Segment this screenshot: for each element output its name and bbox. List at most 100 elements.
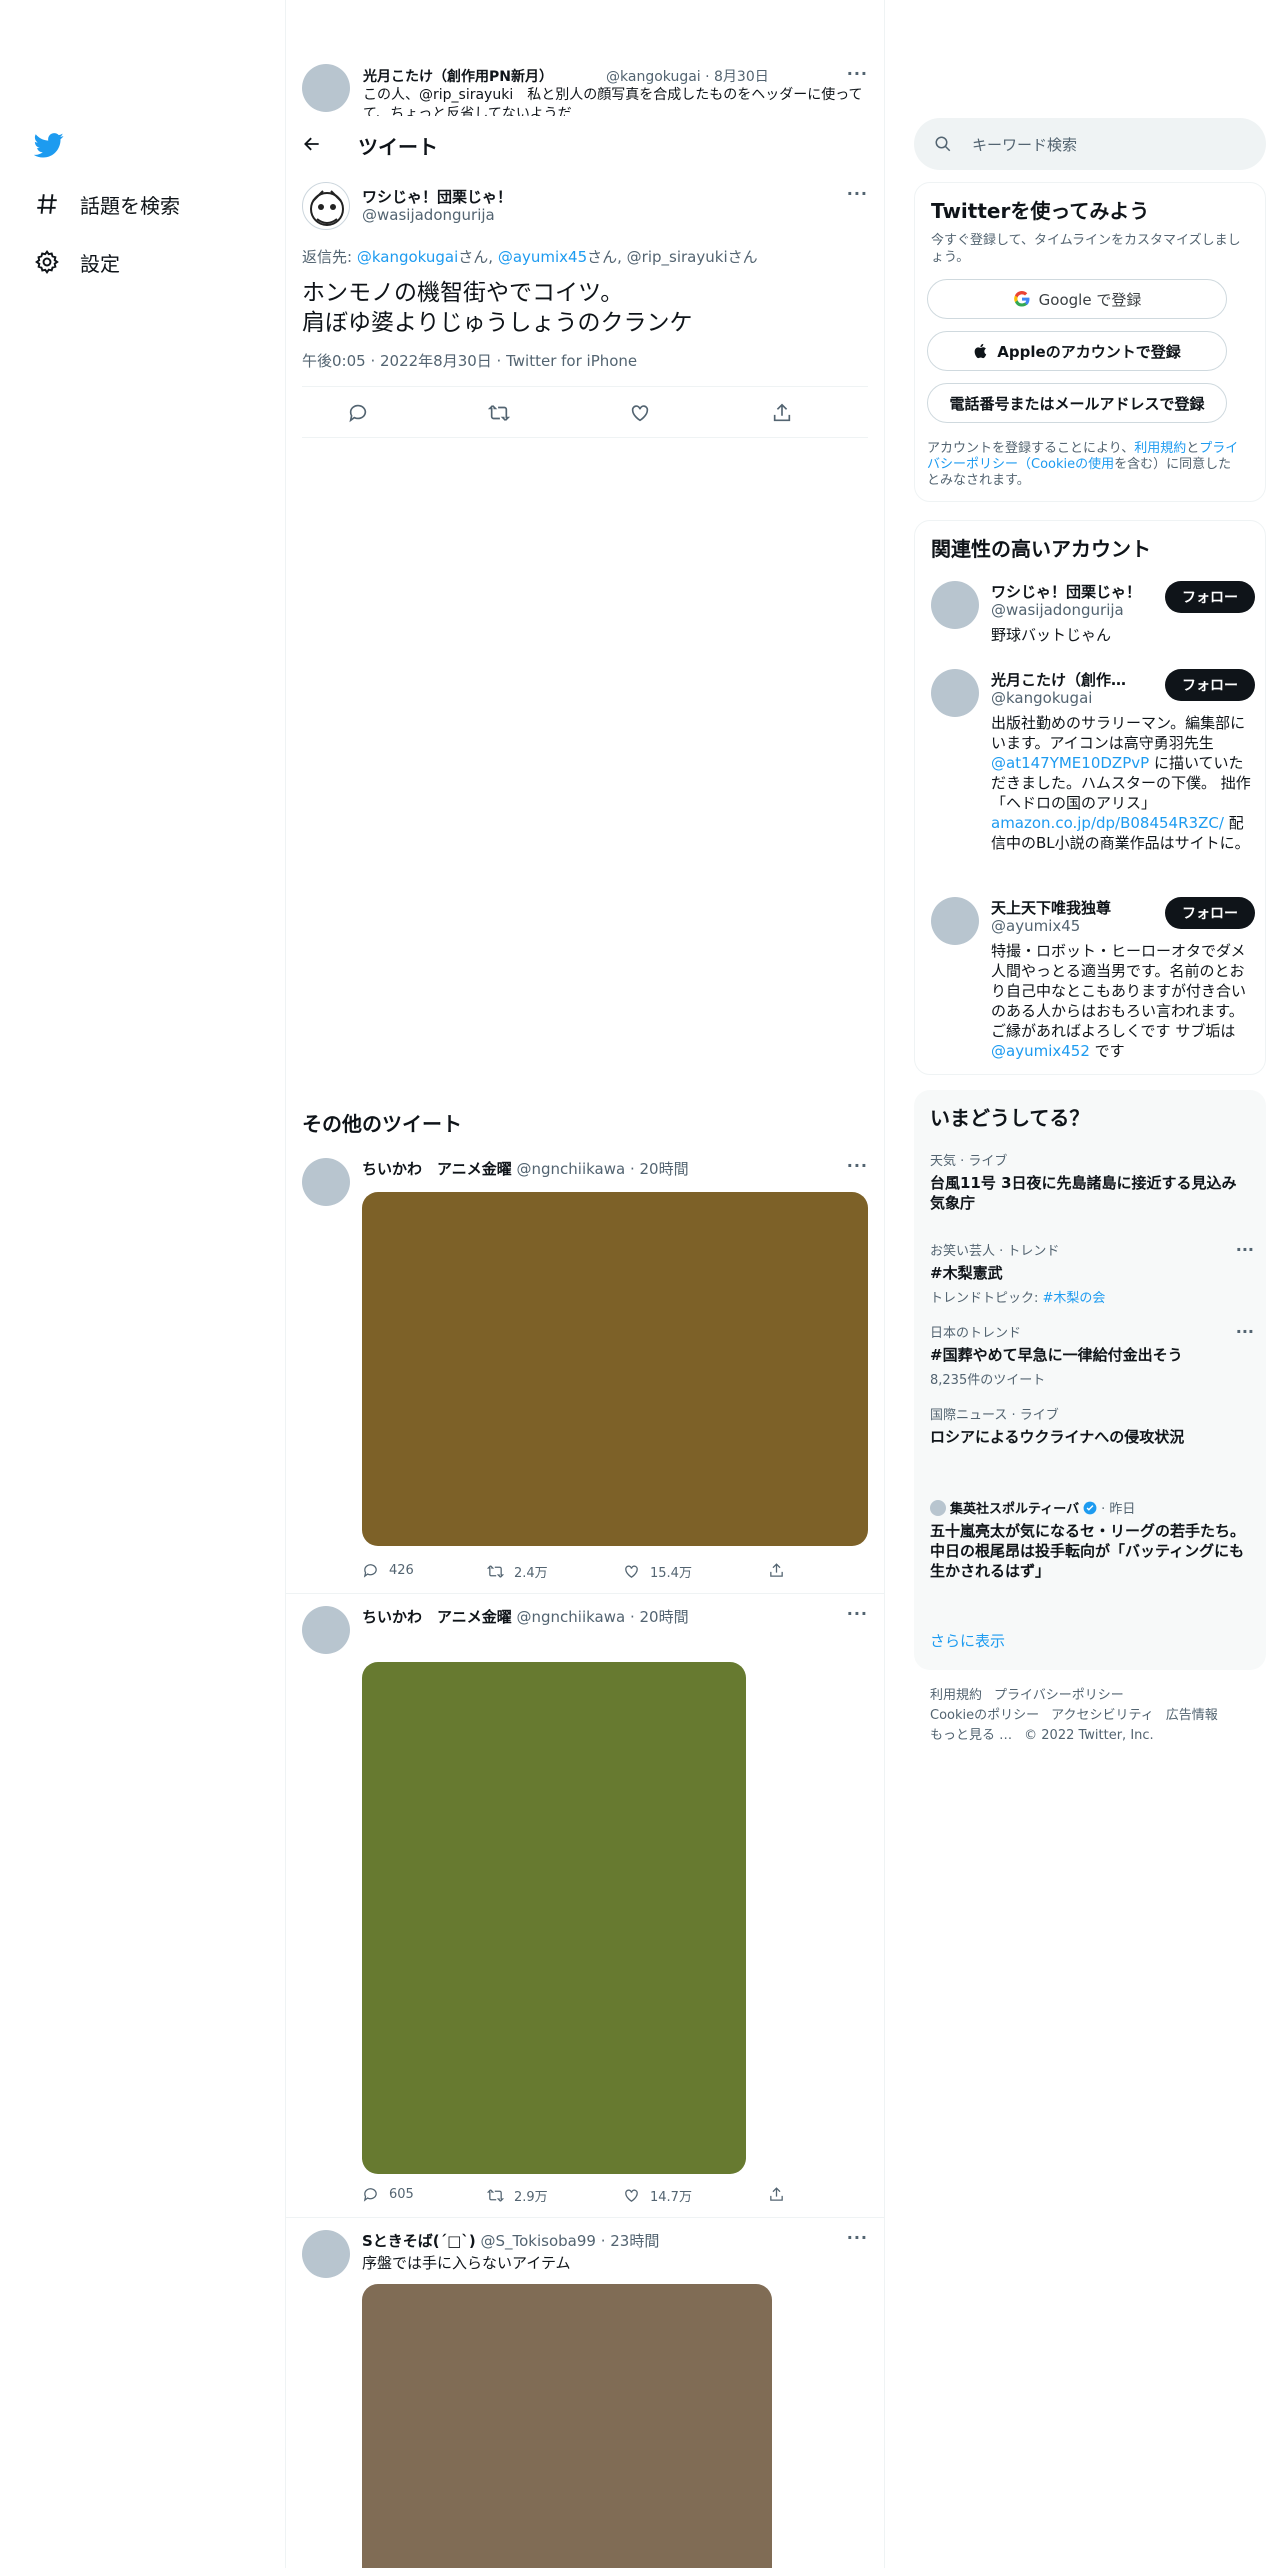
cookie-link[interactable]: （Cookieの使用	[1018, 457, 1114, 472]
trend-title: ロシアによるウクライナへの侵攻状況	[930, 1428, 1185, 1446]
tweet-author-handle[interactable]: @wasijadongurija	[362, 206, 495, 224]
more-options-icon[interactable]: ···	[847, 1156, 868, 1175]
avatar[interactable]	[302, 182, 350, 230]
phone-email-signup-button[interactable]: 電話番号またはメールアドレスで登録	[927, 383, 1227, 423]
tweet-handle-time[interactable]: @S_Tokisoba99 · 23時間	[480, 2232, 659, 2250]
show-more-link[interactable]: さらに表示	[930, 1630, 1005, 1651]
nav-settings[interactable]: 設定	[34, 247, 120, 277]
account-handle[interactable]: @ayumix45	[991, 917, 1080, 935]
verified-badge-icon	[1083, 1501, 1097, 1514]
feed-tweet[interactable]: ちいかわ アニメ金曜 @ngnchiikawa · 20時間 ··· 426 2…	[286, 1146, 884, 1594]
tweet-author-name[interactable]: ちいかわ アニメ金曜	[362, 1608, 512, 1626]
trend-item[interactable]: 集英社スポルティーバ · 昨日 五十嵐亮太が気になるセ・リーグの若手たち。中日の…	[930, 1498, 1250, 1581]
more-options-icon[interactable]: ···	[1236, 1322, 1254, 1341]
avatar[interactable]	[302, 64, 350, 112]
like-button[interactable]: 14.7万	[623, 2186, 692, 2205]
legal-and: と	[1186, 441, 1200, 456]
terms-link[interactable]: 利用規約	[1134, 441, 1186, 456]
reply-icon[interactable]	[347, 402, 369, 424]
more-tweets-heading: その他のツイート	[302, 1112, 462, 1136]
tweet-header: ちいかわ アニメ金曜 @ngnchiikawa · 20時間	[362, 1606, 689, 1627]
tweet-media-image[interactable]	[362, 1192, 868, 1546]
trend-topic-link[interactable]: #木梨の会	[1043, 1291, 1106, 1306]
twitter-logo-icon[interactable]	[34, 130, 64, 160]
tweet-media-image[interactable]	[362, 2284, 772, 2568]
more-options-icon[interactable]: ···	[847, 1604, 868, 1623]
tweet-author-name[interactable]: Sときそば(´□`)	[362, 2232, 476, 2250]
reply-button[interactable]: 426	[362, 1562, 414, 1579]
follow-button[interactable]: フォロー	[1165, 581, 1255, 613]
follow-button[interactable]: フォロー	[1165, 669, 1255, 701]
trend-item[interactable]: 日本のトレンド #国葬やめて早急に一律給付金出そう 8,235件のツイート ··…	[930, 1322, 1254, 1388]
page-title: ツイート	[358, 135, 438, 159]
tweet-author-name[interactable]: 光月こたけ（創作用PN新月）	[363, 66, 553, 86]
bio-mention-link[interactable]: @at147YME10DZPvP	[991, 754, 1149, 772]
footer-link[interactable]: Cookieのポリシー	[930, 1708, 1039, 1723]
avatar[interactable]	[302, 2230, 350, 2278]
more-options-icon[interactable]: ···	[847, 64, 868, 83]
parent-tweet[interactable]: 光月こたけ（創作用PN新月） @kangokugai · 8月30日 ··· こ…	[286, 50, 884, 120]
more-options-icon[interactable]: ···	[847, 184, 868, 203]
footer-link[interactable]: もっと見る …	[930, 1728, 1012, 1743]
retweet-button[interactable]: 2.9万	[487, 2186, 548, 2205]
footer-link[interactable]: 広告情報	[1166, 1708, 1218, 1723]
footer-link[interactable]: プライバシーポリシー	[994, 1688, 1124, 1703]
bio-url-link[interactable]: amazon.co.jp/dp/B08454R3ZC/	[991, 814, 1224, 832]
avatar[interactable]	[302, 1606, 350, 1654]
like-heart-icon[interactable]	[629, 402, 651, 424]
signup-legal-text: アカウントを登録することにより、利用規約とプライバシーポリシー（Cookieの使…	[927, 441, 1243, 489]
follow-button[interactable]: フォロー	[1165, 897, 1255, 929]
share-icon[interactable]	[771, 402, 793, 424]
tweet-handle-time[interactable]: @ngnchiikawa · 20時間	[516, 1160, 688, 1178]
account-handle[interactable]: @kangokugai	[991, 689, 1092, 707]
reply-button[interactable]: 605	[362, 2186, 414, 2203]
avatar[interactable]	[931, 669, 979, 717]
reply-suffix: さん,	[458, 248, 498, 266]
avatar[interactable]	[931, 581, 979, 629]
account-name[interactable]: 天上天下唯我独尊	[991, 897, 1141, 918]
bio-mention-link[interactable]: @ayumix452	[991, 1042, 1090, 1060]
more-options-icon[interactable]: ···	[847, 2228, 868, 2247]
left-navigation: 話題を検索 設定	[0, 0, 284, 2568]
more-options-icon[interactable]: ···	[1236, 1240, 1254, 1259]
trend-item[interactable]: 国際ニュース · ライブ ロシアによるウクライナへの侵攻状況	[930, 1404, 1250, 1447]
avatar[interactable]	[302, 1158, 350, 1206]
google-logo-icon	[1013, 290, 1030, 307]
tweet-timestamp[interactable]: 午後0:05 · 2022年8月30日 · Twitter for iPhone	[302, 350, 637, 371]
trend-title: 五十嵐亮太が気になるセ・リーグの若手たち。中日の根尾昂は投手転向が「バッティング…	[930, 1522, 1246, 1580]
apple-signup-button[interactable]: Appleのアカウントで登録	[927, 331, 1227, 371]
nav-explore[interactable]: 話題を検索	[34, 189, 180, 219]
tweet-author-name[interactable]: ちいかわ アニメ金曜	[362, 1160, 512, 1178]
retweet-count: 2.4万	[514, 1566, 548, 1581]
mention-link[interactable]: @kangokugai	[357, 248, 458, 266]
account-name[interactable]: 光月こたけ（創作用PN新月）	[991, 669, 1141, 690]
tweet-author-name[interactable]: ワシじゃ！団栗じゃ！	[362, 186, 512, 207]
back-arrow-icon[interactable]	[302, 134, 322, 154]
tweet-handle-time[interactable]: @ngnchiikawa · 20時間	[516, 1608, 688, 1626]
tweet-text-line: 肩ぼゆ婆よりじゅうしょうのクランケ	[302, 310, 693, 336]
retweet-button[interactable]: 2.4万	[487, 1562, 548, 1581]
footer-link[interactable]: 利用規約	[930, 1688, 982, 1703]
retweet-icon[interactable]	[488, 402, 510, 424]
feed-tweet[interactable]: ちいかわ アニメ金曜 @ngnchiikawa · 20時間 ··· 605 2…	[286, 1594, 884, 2218]
tweet-media-image[interactable]	[362, 1662, 746, 2174]
trend-item[interactable]: 天気 · ライブ 台風11号 3日夜に先島諸島に接近する見込み 気象庁	[930, 1150, 1250, 1213]
trend-category: 天気 · ライブ	[930, 1154, 1008, 1169]
trend-category: お笑い芸人 · トレンド	[930, 1244, 1060, 1259]
footer-link[interactable]: アクセシビリティ	[1051, 1708, 1154, 1723]
trend-item[interactable]: お笑い芸人 · トレンド #木梨憲武 トレンドトピック: #木梨の会 ···	[930, 1240, 1254, 1306]
tweet-handle-time[interactable]: @kangokugai · 8月30日	[606, 66, 769, 86]
account-name[interactable]: ワシじゃ！団栗じゃ！	[991, 581, 1141, 602]
like-button[interactable]: 15.4万	[623, 1562, 692, 1581]
mention-link[interactable]: @ayumix45	[498, 248, 587, 266]
google-signup-button[interactable]: Google で登録	[927, 279, 1227, 319]
share-button[interactable]	[768, 2186, 785, 2203]
reply-suffix: さん, @rip_sirayukiさん	[587, 248, 758, 266]
account-handle[interactable]: @wasijadongurija	[991, 601, 1124, 619]
feed-tweet[interactable]: Sときそば(´□`) @S_Tokisoba99 · 23時間 ··· 序盤では…	[286, 2218, 884, 2568]
avatar[interactable]	[931, 897, 979, 945]
tweet-header: Sときそば(´□`) @S_Tokisoba99 · 23時間	[362, 2230, 659, 2251]
tweet-action-bar: 426 2.4万 15.4万	[362, 1562, 792, 1582]
share-button[interactable]	[768, 1562, 785, 1579]
search-box[interactable]: キーワード検索	[914, 118, 1266, 170]
